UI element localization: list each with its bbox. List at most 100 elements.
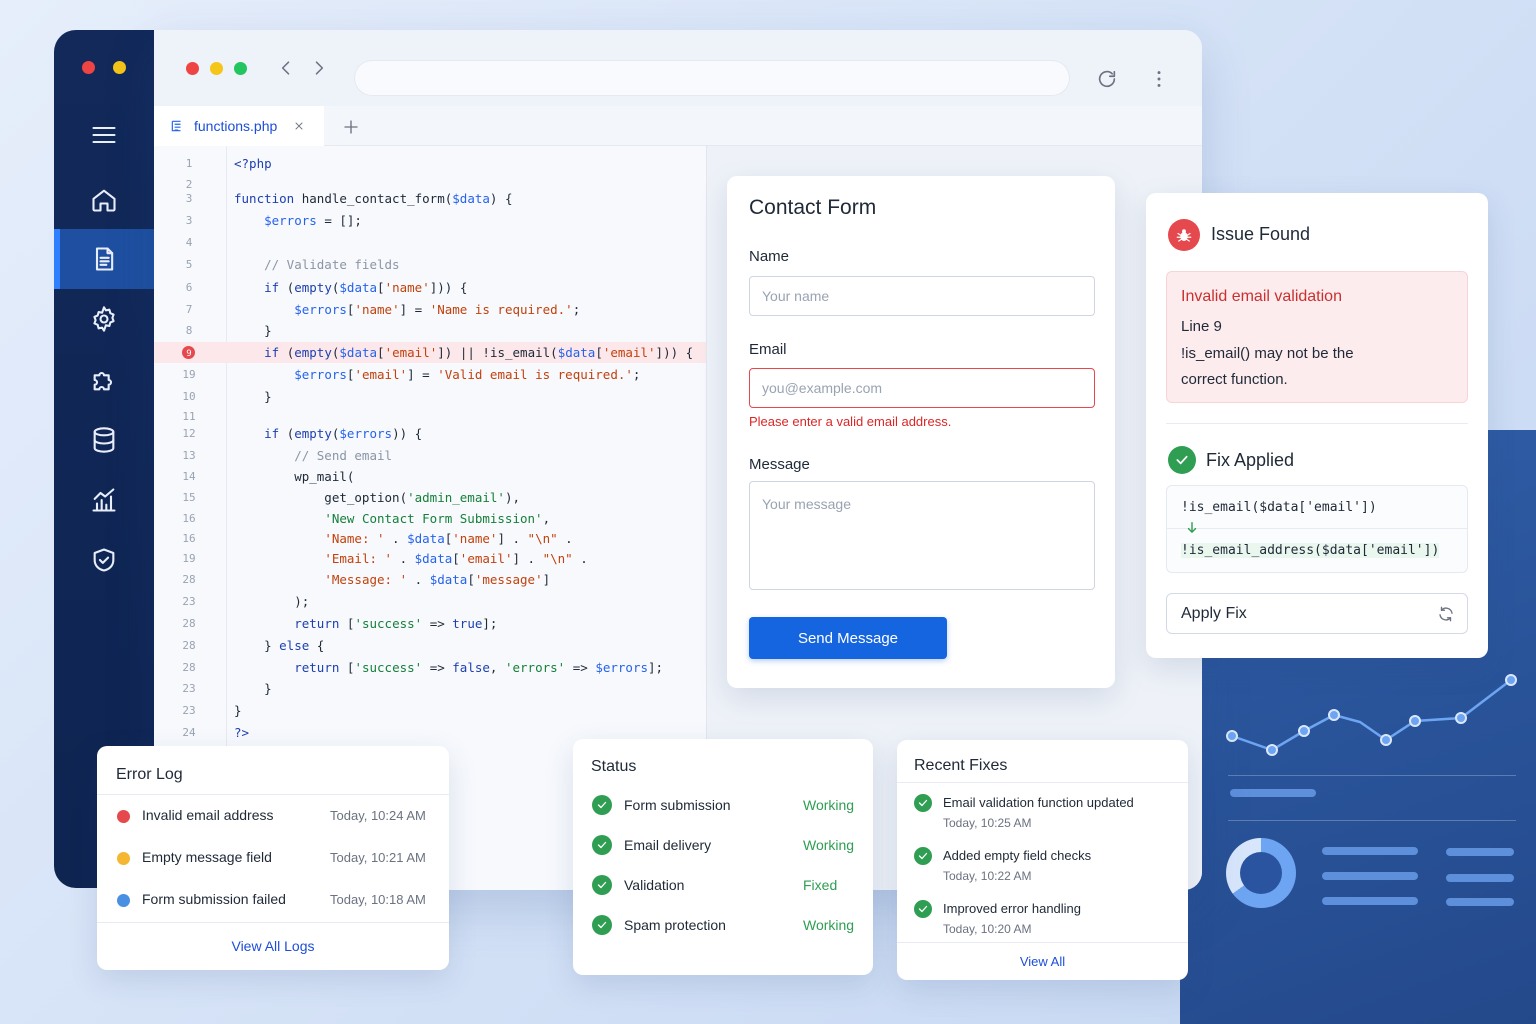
error-log-time: Today, 10:24 AM [330, 808, 426, 823]
document-icon[interactable] [54, 229, 154, 289]
code-text: get_option('admin_email'), [234, 490, 520, 505]
line-number: 8 [172, 320, 206, 341]
code-line[interactable]: 23 } [154, 678, 706, 699]
background-divider [1228, 820, 1516, 821]
code-line[interactable]: 3 function handle_contact_form($data) { [154, 188, 706, 209]
code-line[interactable]: 19 $errors['email'] = 'Valid email is re… [154, 364, 706, 385]
code-line[interactable]: 28 'Message: ' . $data['message'] [154, 569, 706, 590]
code-line-highlighted[interactable]: 9 if (empty($data['email']) || !is_email… [154, 342, 706, 363]
minimize-dot[interactable] [210, 62, 223, 75]
code-line[interactable]: 23} [154, 700, 706, 721]
more-options-icon[interactable] [1148, 68, 1170, 90]
shield-icon[interactable] [54, 530, 154, 590]
gear-icon[interactable] [54, 289, 154, 349]
code-line[interactable]: 10 } [154, 386, 706, 407]
line-number: 6 [172, 277, 206, 298]
error-log-text: Form submission failed [142, 891, 286, 907]
bug-icon [1168, 219, 1200, 251]
diff-divider [1167, 528, 1467, 529]
line-number: 28 [172, 569, 206, 590]
error-log-item[interactable]: Form submission failed Today, 10:18 AM [97, 890, 449, 914]
code-text: function handle_contact_form($data) { [234, 191, 513, 206]
code-line[interactable]: 16 'Name: ' . $data['name'] . "\n" . [154, 528, 706, 549]
error-log-item[interactable]: Empty message field Today, 10:21 AM [97, 848, 449, 872]
address-bar[interactable] [354, 60, 1070, 96]
recent-fix-item[interactable]: Added empty field checks Today, 10:22 AM [897, 847, 1188, 891]
code-line[interactable]: 16 'New Contact Form Submission', [154, 508, 706, 529]
line-number-text: 14 [182, 470, 196, 483]
recent-fix-time: Today, 10:25 AM [943, 816, 1032, 830]
email-error-message: Please enter a valid email address. [749, 414, 952, 429]
line-number-text: 19 [182, 552, 196, 565]
code-line[interactable]: 12 if (empty($errors)) { [154, 423, 706, 444]
email-input[interactable]: you@example.com [749, 368, 1095, 408]
code-line[interactable]: 5 // Validate fields [154, 254, 706, 275]
code-line[interactable]: 23 ); [154, 591, 706, 612]
back-arrow-icon[interactable] [276, 58, 296, 78]
code-text: return ['success' => false, 'errors' => … [294, 660, 664, 675]
code-text: ?> [234, 725, 250, 740]
home-icon[interactable] [54, 170, 154, 230]
error-log-text: Empty message field [142, 849, 272, 865]
view-all-fixes-link[interactable]: View All [897, 954, 1188, 969]
close-dot[interactable] [186, 62, 199, 75]
code-line[interactable]: 3 $errors = []; [154, 210, 706, 231]
status-state: Fixed [803, 877, 838, 893]
reload-icon[interactable] [1096, 68, 1118, 90]
maximize-dot[interactable] [234, 62, 247, 75]
new-tab-icon[interactable] [342, 118, 360, 136]
code-line[interactable]: 13 // Send email [154, 445, 706, 466]
error-log-time: Today, 10:18 AM [330, 892, 426, 907]
window-minimize-dot[interactable] [113, 61, 126, 74]
apply-fix-button[interactable]: Apply Fix [1166, 593, 1468, 634]
forward-arrow-icon[interactable] [309, 58, 329, 78]
puzzle-icon[interactable] [54, 350, 154, 410]
code-text: $errors['name'] = 'Name is required.'; [294, 302, 581, 317]
check-circle-icon [592, 915, 612, 935]
menu-icon[interactable] [54, 105, 154, 165]
code-line[interactable]: 15 get_option('admin_email'), [154, 487, 706, 508]
close-tab-icon[interactable] [293, 120, 305, 132]
code-line[interactable]: 14 wp_mail( [154, 466, 706, 487]
code-text: 'Email: ' . $data['email'] . "\n" . [324, 551, 588, 566]
apply-fix-label: Apply Fix [1181, 604, 1247, 622]
code-line[interactable]: 7 $errors['name'] = 'Name is required.'; [154, 299, 706, 320]
code-line[interactable]: 28 return ['success' => false, 'errors' … [154, 657, 706, 678]
line-number: 24 [172, 722, 206, 743]
name-input[interactable]: Your name [749, 276, 1095, 316]
send-message-button[interactable]: Send Message [749, 617, 947, 659]
view-all-logs-link[interactable]: View All Logs [97, 938, 449, 954]
recent-fix-time: Today, 10:22 AM [943, 869, 1032, 883]
line-number-text: 11 [182, 410, 196, 423]
code-text: return ['success' => true]; [294, 616, 498, 631]
recent-fix-item[interactable]: Email validation function updated Today, … [897, 794, 1188, 838]
background-bar [1446, 874, 1514, 882]
code-line[interactable]: 19 'Email: ' . $data['email'] . "\n" . [154, 548, 706, 569]
window-close-dot[interactable] [82, 61, 95, 74]
background-divider [1228, 775, 1516, 776]
check-circle-icon [592, 875, 612, 895]
background-bar [1322, 847, 1418, 855]
code-line[interactable]: 6 if (empty($data['name'])) { [154, 277, 706, 298]
recent-fix-text: Improved error handling [943, 901, 1082, 916]
divider [1166, 423, 1468, 424]
code-line[interactable]: 4 [154, 232, 706, 253]
code-line[interactable]: 1 <?php [154, 153, 706, 174]
database-icon[interactable] [54, 410, 154, 470]
diff-after: !is_email_address($data['email']) [1181, 543, 1440, 558]
line-number: 3 [172, 210, 206, 231]
code-line[interactable]: 8 } [154, 320, 706, 341]
background-bar [1322, 872, 1418, 880]
error-log-item[interactable]: Invalid email address Today, 10:24 AM [97, 806, 449, 830]
recent-fix-item[interactable]: Improved error handling Today, 10:20 AM [897, 900, 1188, 944]
tab-functions-php[interactable]: functions.php [154, 106, 324, 146]
code-line[interactable]: 28 } else { [154, 635, 706, 656]
status-dot [117, 810, 130, 823]
message-textarea[interactable]: Your message [749, 481, 1095, 590]
code-line[interactable]: 28 return ['success' => true]; [154, 613, 706, 634]
code-text: <?php [234, 156, 272, 171]
line-number: 28 [172, 613, 206, 634]
code-text: 'Name: ' . $data['name'] . "\n" . [324, 531, 573, 546]
code-text: // Validate fields [234, 257, 400, 272]
analytics-icon[interactable] [54, 470, 154, 530]
